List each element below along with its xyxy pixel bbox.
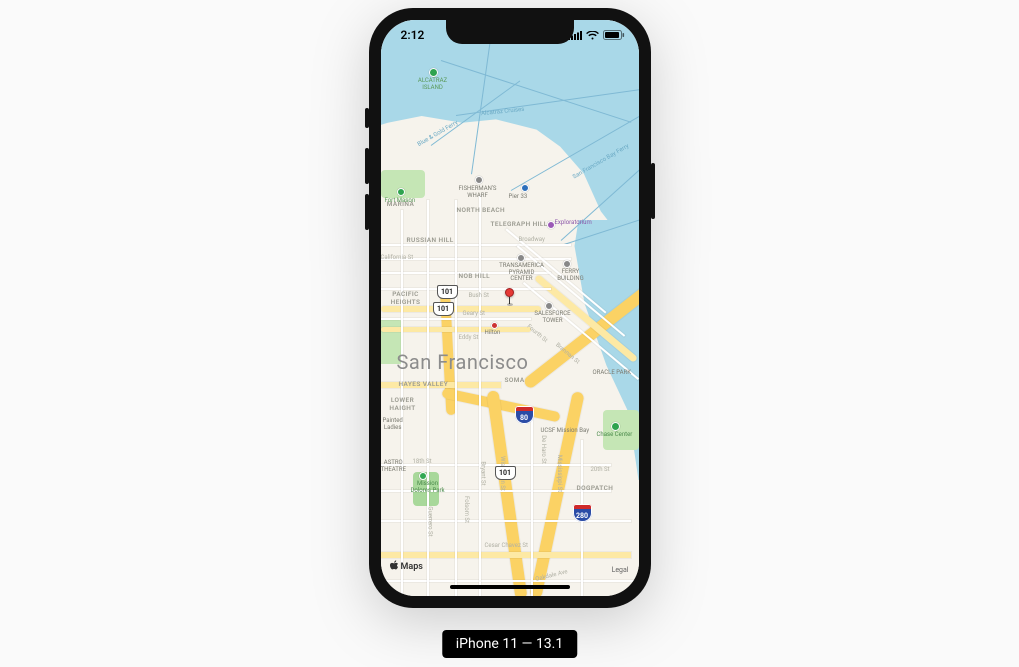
poi-chase-icon[interactable] bbox=[611, 422, 620, 431]
poi-pier33: Pier 33 bbox=[509, 194, 528, 201]
poi-hilton-icon[interactable] bbox=[491, 322, 498, 329]
map-pin[interactable] bbox=[505, 288, 515, 298]
park bbox=[603, 410, 639, 450]
power-button[interactable] bbox=[651, 163, 655, 219]
volume-up-button[interactable] bbox=[365, 148, 369, 184]
screen: 2:12 bbox=[381, 20, 639, 596]
shield-i-80: 80 bbox=[515, 406, 534, 424]
street-label: De Haro St bbox=[539, 435, 546, 464]
shield-us-101: 101 bbox=[433, 302, 454, 316]
street bbox=[381, 580, 639, 582]
poi-transamerica-icon[interactable] bbox=[517, 254, 525, 262]
poi-transamerica: TRANSAMERICA PYRAMID CENTER bbox=[495, 263, 549, 283]
poi-exploratorium-icon[interactable] bbox=[547, 221, 555, 229]
district-label: SOMA bbox=[505, 376, 525, 384]
street-label: Eddy St bbox=[459, 334, 479, 341]
district-label: LOWER HAIGHT bbox=[381, 396, 425, 412]
street-label: Broadway bbox=[519, 236, 545, 243]
street-label: Guerrero St bbox=[426, 506, 433, 536]
poi-theatre: ASTRO THEATRE bbox=[381, 460, 407, 473]
volume-down-button[interactable] bbox=[365, 194, 369, 230]
street-label: Fourth St bbox=[525, 323, 548, 344]
poi-fortmason: Fort Mason bbox=[385, 198, 416, 205]
poi-pier33-icon[interactable] bbox=[521, 184, 529, 192]
street bbox=[531, 420, 533, 596]
street bbox=[479, 195, 481, 596]
i-280 bbox=[529, 391, 584, 596]
phone-frame: 2:12 bbox=[369, 8, 651, 608]
poi-chase: Chase Center bbox=[597, 432, 633, 439]
street-label: Bush St bbox=[469, 292, 489, 299]
district-label: HAYES VALLEY bbox=[399, 380, 449, 388]
shield-i-280: 280 bbox=[573, 504, 592, 522]
poi-dolores: Mission Dolores Park bbox=[403, 481, 453, 494]
street-label: 18th St bbox=[413, 458, 432, 465]
street-label: Folsom St bbox=[462, 496, 469, 523]
poi-ucsf: UCSF Mission Bay bbox=[541, 428, 590, 435]
map-legal-link[interactable]: Legal bbox=[612, 566, 629, 574]
poi-fishermans-icon[interactable] bbox=[475, 176, 483, 184]
district-label: RUSSIAN HILL bbox=[407, 236, 454, 244]
simulator-caption: iPhone 11 — 13.1 bbox=[442, 630, 577, 658]
poi-alcatraz: ALCATRAZ ISLAND bbox=[411, 78, 455, 91]
poi-painted: Painted Ladies bbox=[383, 418, 403, 431]
notch bbox=[446, 20, 574, 44]
street bbox=[455, 200, 457, 596]
street bbox=[381, 520, 631, 522]
poi-alcatraz-icon[interactable] bbox=[429, 68, 438, 77]
street-label: Mississippi St bbox=[556, 455, 563, 492]
street-label: Cesar Chavez St bbox=[485, 542, 528, 549]
map-viewport[interactable]: Alcatraz Cruises Blue & Gold Ferry San F… bbox=[381, 20, 639, 596]
park bbox=[403, 178, 423, 198]
shield-us-101: 101 bbox=[437, 285, 458, 299]
city-title: San Francisco bbox=[397, 350, 529, 374]
poi-oracle: ORACLE PARK bbox=[593, 370, 632, 377]
ferry-label: Blue & Gold Ferry bbox=[416, 119, 459, 148]
poi-exploratorium: Exploratorium bbox=[555, 220, 592, 227]
map-attribution: Maps bbox=[390, 560, 423, 574]
district-label: NOB HILL bbox=[459, 272, 491, 280]
mute-switch[interactable] bbox=[365, 108, 369, 128]
street-label: Bryant St bbox=[479, 461, 486, 485]
road-arterial bbox=[381, 552, 631, 558]
poi-fortmason-icon[interactable] bbox=[397, 188, 405, 196]
street-label: 20th St bbox=[591, 466, 610, 473]
poi-ferry-icon[interactable] bbox=[563, 260, 571, 268]
apple-logo-icon bbox=[390, 560, 399, 574]
home-indicator[interactable] bbox=[450, 585, 570, 589]
poi-salesforce-icon[interactable] bbox=[545, 302, 553, 310]
battery-icon bbox=[603, 29, 625, 43]
poi-fishermans: FISHERMAN'S WHARF bbox=[451, 186, 505, 199]
poi-ferry: FERRY BUILDING bbox=[551, 269, 591, 282]
status-time: 2:12 bbox=[401, 28, 425, 42]
district-label: NORTH BEACH bbox=[457, 206, 506, 214]
road-arterial bbox=[381, 306, 541, 312]
poi-salesforce: SALESFORCE TOWER bbox=[529, 311, 577, 324]
poi-dolores-icon[interactable] bbox=[419, 472, 427, 480]
district-label: DOGPATCH bbox=[577, 484, 614, 492]
street bbox=[381, 244, 571, 246]
shield-us-101: 101 bbox=[495, 466, 516, 480]
map-attribution-text: Maps bbox=[401, 562, 423, 572]
poi-hilton: Hilton bbox=[485, 330, 501, 337]
street-label: California St bbox=[381, 254, 414, 261]
wifi-icon bbox=[586, 29, 599, 43]
district-label: TELEGRAPH HILL bbox=[491, 220, 548, 228]
district-label: PACIFIC HEIGHTS bbox=[381, 290, 435, 306]
street-label: Geary St bbox=[463, 310, 485, 317]
street bbox=[427, 200, 429, 596]
